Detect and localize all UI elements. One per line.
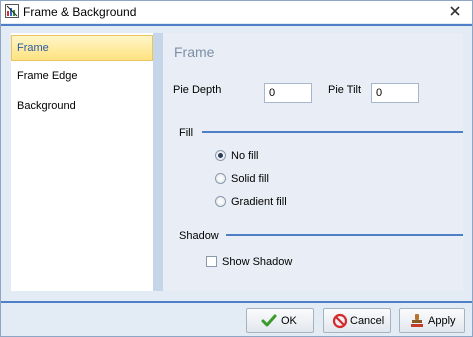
pie-depth-input[interactable] [264, 83, 312, 103]
nav-item-label: Frame Edge [17, 70, 78, 82]
fill-group-divider [202, 131, 463, 133]
stamp-icon [411, 314, 423, 327]
pie-depth-label: Pie Depth [173, 84, 222, 96]
title-bar: Frame & Background [1, 1, 472, 23]
title-divider [1, 24, 472, 26]
show-shadow-label[interactable]: Show Shadow [222, 256, 292, 268]
section-title: Frame [174, 44, 215, 60]
nav-item-frame[interactable]: Frame [11, 35, 153, 61]
no-fill-label[interactable]: No fill [231, 150, 259, 162]
close-icon[interactable] [448, 4, 462, 18]
gradient-fill-radio[interactable] [215, 196, 226, 207]
frame-background-dialog: Frame & Background Frame Frame Edge Back… [0, 0, 473, 337]
solid-fill-label[interactable]: Solid fill [231, 173, 269, 185]
cancel-icon [332, 313, 348, 329]
gradient-fill-label[interactable]: Gradient fill [231, 196, 287, 208]
shadow-group-label: Shadow [179, 230, 219, 242]
nav-item-label: Background [17, 100, 76, 112]
show-shadow-checkbox[interactable] [206, 256, 217, 267]
footer-divider [1, 301, 472, 303]
frame-settings-panel: Frame Pie Depth Pie Tilt Fill No fill So… [163, 33, 463, 291]
solid-fill-radio[interactable] [215, 173, 226, 184]
category-list: Frame Frame Edge Background [11, 33, 153, 291]
shadow-group-divider [226, 234, 463, 236]
apply-button-label: Apply [428, 315, 456, 327]
nav-item-label: Frame [17, 42, 49, 54]
cancel-button[interactable]: Cancel [323, 308, 391, 333]
apply-button[interactable]: Apply [399, 308, 465, 333]
checkmark-icon [261, 314, 277, 327]
pie-tilt-label: Pie Tilt [328, 84, 362, 96]
fill-group-label: Fill [179, 127, 194, 139]
ok-button[interactable]: OK [246, 308, 314, 333]
nav-item-background[interactable]: Background [11, 93, 153, 119]
panel-splitter[interactable] [153, 33, 163, 291]
window-title: Frame & Background [23, 5, 137, 19]
pie-tilt-input[interactable] [371, 83, 419, 103]
ok-button-label: OK [281, 315, 297, 327]
nav-item-frame-edge[interactable]: Frame Edge [11, 63, 153, 89]
cancel-button-label: Cancel [350, 315, 385, 327]
chart-icon [5, 4, 19, 18]
no-fill-radio[interactable] [215, 150, 226, 161]
